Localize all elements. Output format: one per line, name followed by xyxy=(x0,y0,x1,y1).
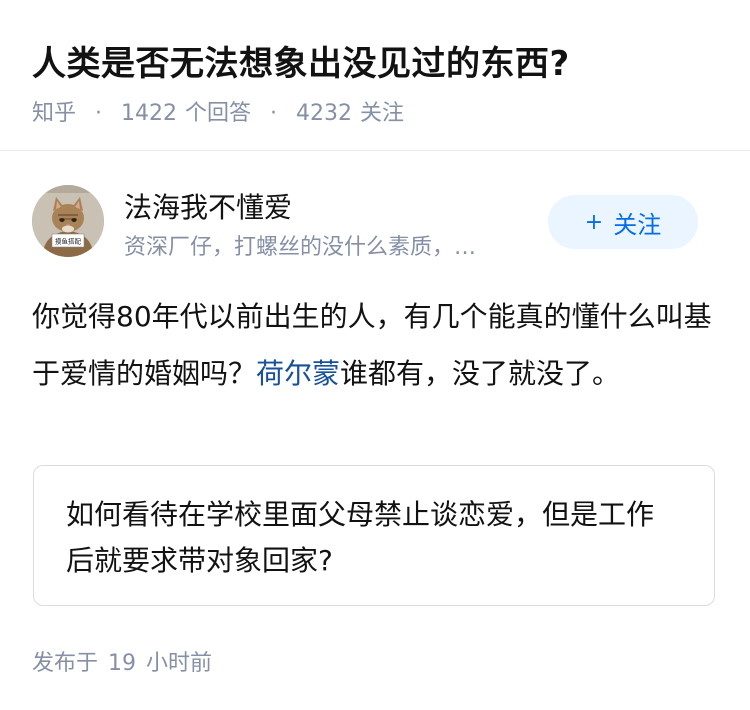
publish-time: 发布于 19 小时前 xyxy=(32,645,212,677)
related-question-card[interactable]: 如何看待在学校里面父母禁止谈恋爱，但是工作后就要求带对象回家? xyxy=(33,465,715,606)
publish-time-unit: 小时前 xyxy=(146,651,213,676)
meta-separator: · xyxy=(270,101,278,126)
author-bio: 资深厂仔，打螺丝的没什么素质，… xyxy=(124,235,477,260)
publish-label: 发布于 xyxy=(32,651,99,676)
question-meta: 知乎 · 1422 个回答 · 4232 关注 xyxy=(32,95,404,127)
source-label: 知乎 xyxy=(32,101,77,126)
related-question-text: 如何看待在学校里面父母禁止谈恋爱，但是工作后就要求带对象回家? xyxy=(66,498,655,577)
author-name[interactable]: 法海我不懂爱 xyxy=(124,186,292,226)
svg-text:摸鱼搭配: 摸鱼搭配 xyxy=(55,237,82,246)
follow-button[interactable]: + 关注 xyxy=(548,195,698,249)
answers-label: 个回答 xyxy=(185,101,252,126)
avatar[interactable]: 摸鱼搭配 xyxy=(32,185,104,257)
publish-time-value: 19 xyxy=(108,651,137,676)
followers-label: 关注 xyxy=(360,101,405,126)
cat-avatar-icon: 摸鱼搭配 xyxy=(32,185,104,257)
answer-content: 你觉得80年代以前出生的人，有几个能真的懂什么叫基于爱情的婚姻吗？荷尔蒙谁都有，… xyxy=(32,288,722,402)
meta-separator: · xyxy=(95,101,103,126)
answer-page: 人类是否无法想象出没见过的东西? 知乎 · 1422 个回答 · 4232 关注 摸… xyxy=(0,0,750,710)
answer-text: 谁都有，没了就没了。 xyxy=(340,357,621,390)
topic-link[interactable]: 荷尔蒙 xyxy=(256,357,340,390)
answers-count: 1422 xyxy=(121,101,178,126)
followers-count: 4232 xyxy=(296,101,353,126)
divider xyxy=(0,150,750,151)
follow-button-label: 关注 xyxy=(613,210,662,239)
question-title[interactable]: 人类是否无法想象出没见过的东西? xyxy=(32,36,570,85)
plus-icon: + xyxy=(584,209,604,235)
